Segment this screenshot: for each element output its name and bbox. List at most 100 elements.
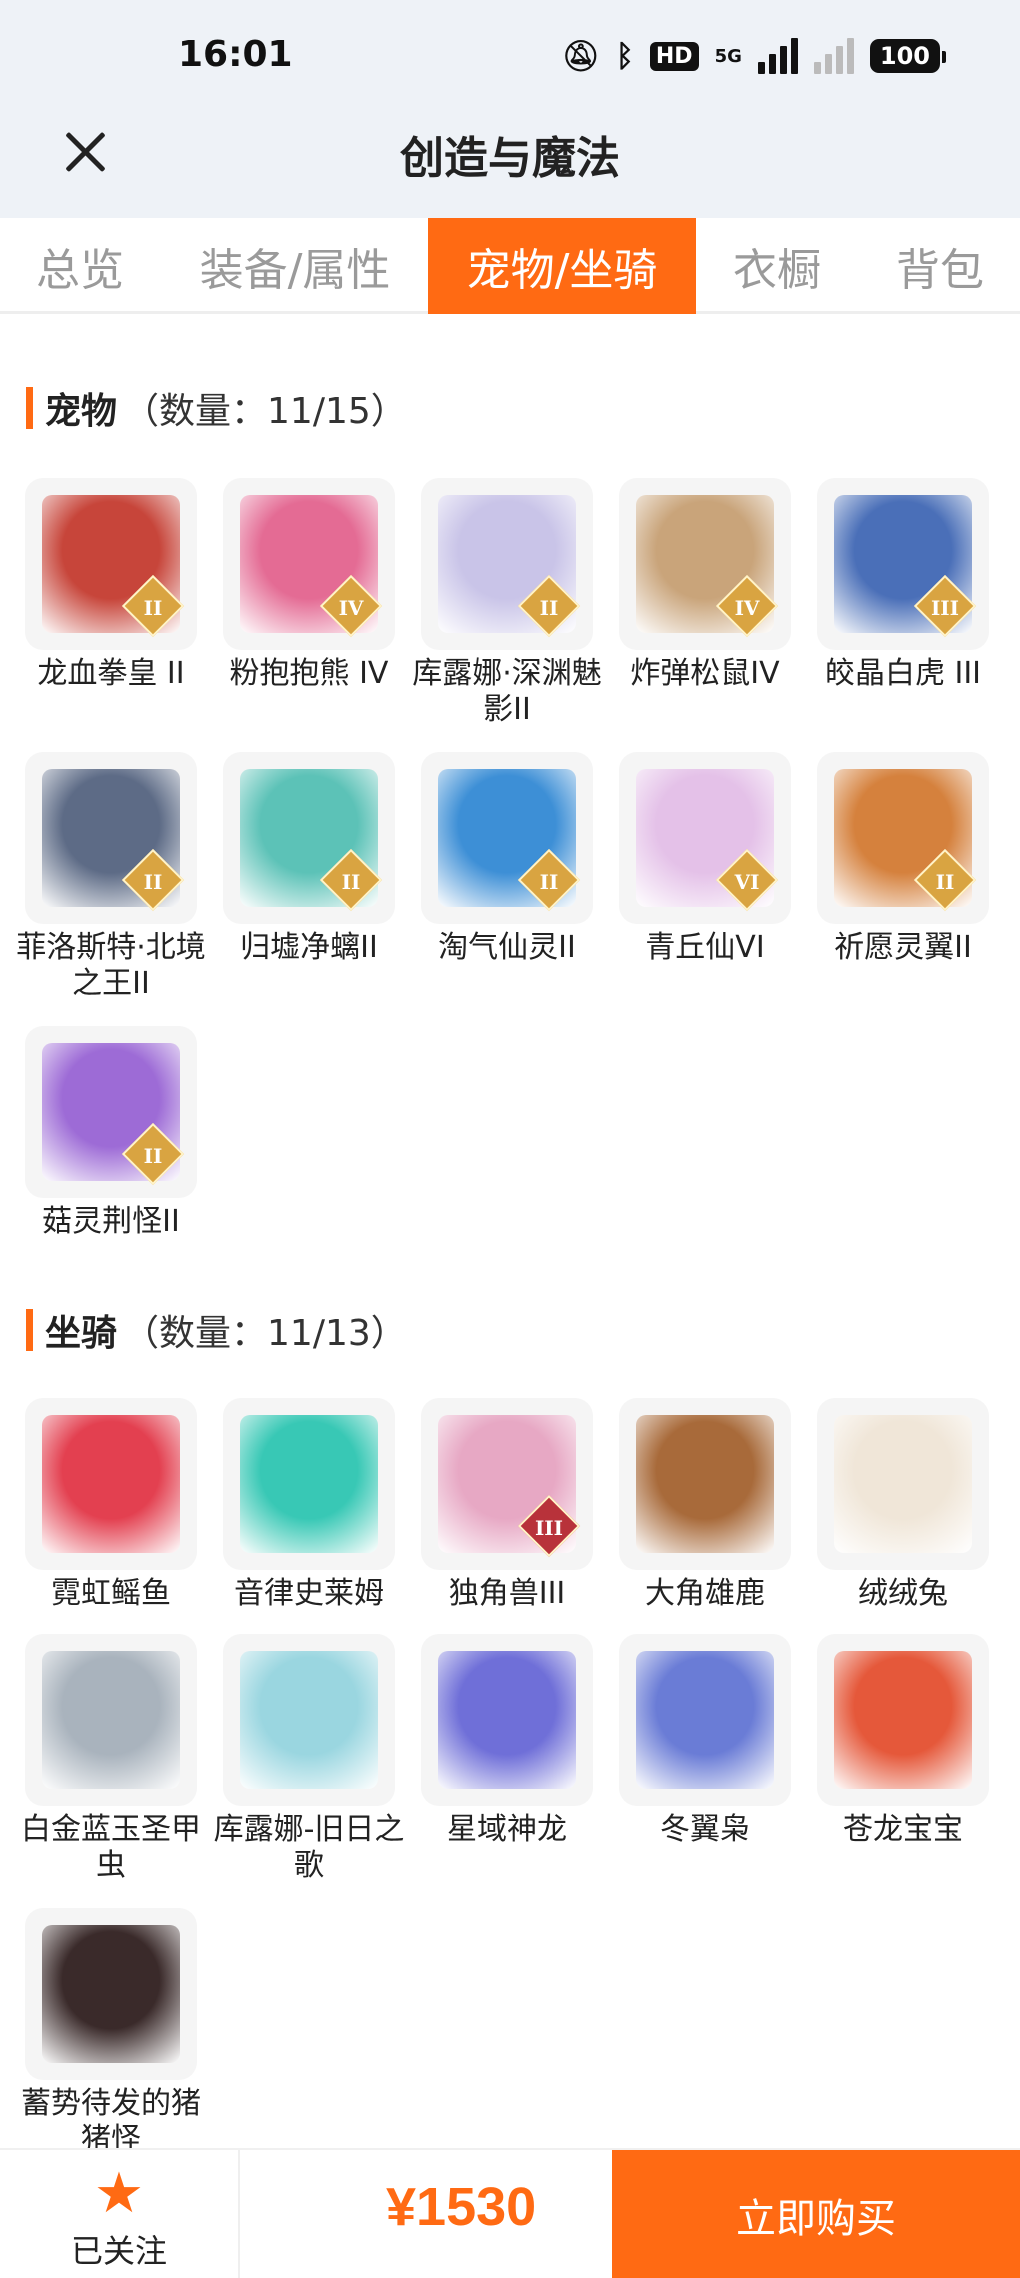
mount-portrait	[240, 1415, 378, 1553]
mute-bell-icon: 🔕︎	[561, 38, 600, 74]
tier-badge-label: IV	[338, 595, 364, 620]
top-bar: 16:01 🔕︎ ᛒ HD 5G 100 创造与魔法	[0, 0, 1020, 218]
pet-item[interactable]: II 菇灵荆怪II	[12, 1026, 210, 1240]
page-title: 创造与魔法	[400, 133, 620, 184]
mount-item[interactable]: 库露娜-旧日之歌	[210, 1634, 408, 1884]
section-accent-bar	[26, 387, 33, 429]
tier-badge-label: II	[935, 869, 955, 894]
tier-badge-label: II	[143, 869, 163, 894]
mount-item[interactable]: 苍龙宝宝	[804, 1634, 1002, 1848]
bluetooth-icon: ᛒ	[615, 38, 634, 74]
mount-thumbnail	[619, 1634, 791, 1806]
mount-portrait	[636, 1651, 774, 1789]
tier-badge-label: II	[539, 869, 559, 894]
mount-thumbnail	[25, 1634, 197, 1806]
tab-wardrobe[interactable]: 衣橱	[712, 218, 842, 314]
mount-portrait	[834, 1651, 972, 1789]
pet-thumbnail: III	[817, 478, 989, 650]
mount-name: 霓虹鳐鱼	[51, 1576, 171, 1611]
mount-thumbnail	[223, 1398, 395, 1570]
mounts-section-title: 坐骑	[45, 1313, 118, 1354]
pet-item[interactable]: II 龙血拳皇 II	[12, 478, 210, 692]
battery-icon: 100	[869, 39, 947, 73]
buy-now-button[interactable]: 立即购买	[612, 2150, 1020, 2278]
tab-backpack[interactable]: 背包	[870, 218, 1010, 314]
mount-item[interactable]: 冬翼枭	[606, 1634, 804, 1848]
pet-item[interactable]: II 淘气仙灵II	[408, 752, 606, 966]
mount-thumbnail	[25, 1398, 197, 1570]
pet-item[interactable]: IV 粉抱抱熊 IV	[210, 478, 408, 692]
pet-item[interactable]: II 菲洛斯特·北境之王II	[12, 752, 210, 1002]
mount-name: 库露娜-旧日之歌	[213, 1812, 405, 1883]
pets-section-title: 宠物	[45, 391, 118, 432]
tier-badge-label: II	[143, 595, 163, 620]
signal-strength-icon	[757, 38, 798, 74]
mount-name: 绒绒兔	[858, 1576, 948, 1611]
pet-item[interactable]: II 祈愿灵翼II	[804, 752, 1002, 966]
status-bar: 16:01 🔕︎ ᛒ HD 5G 100	[0, 0, 1020, 118]
hd-call-icon: HD	[649, 41, 699, 71]
mount-portrait	[438, 1651, 576, 1789]
pet-thumbnail: II	[421, 752, 593, 924]
mount-name: 星域神龙	[447, 1812, 567, 1847]
tab-bar: 总览 装备/属性 宠物/坐骑 衣橱 背包	[0, 218, 1020, 314]
mount-thumbnail	[25, 1908, 197, 2080]
mount-portrait	[636, 1415, 774, 1553]
mount-thumbnail: III	[421, 1398, 593, 1570]
mount-thumbnail	[421, 1634, 593, 1806]
mounts-section-header: 坐骑 （数量：11/13）	[26, 1306, 407, 1354]
follow-button[interactable]: ★ 已关注	[0, 2150, 240, 2278]
pet-thumbnail: VI	[619, 752, 791, 924]
status-icons: 🔕︎ ᛒ HD 5G 100	[561, 34, 947, 78]
mount-item[interactable]: III 独角兽III	[408, 1398, 606, 1612]
pet-item[interactable]: VI 青丘仙VI	[606, 752, 804, 966]
pet-name: 炸弹松鼠IV	[630, 656, 780, 691]
pet-thumbnail: II	[25, 752, 197, 924]
tier-badge-label: III	[930, 595, 960, 620]
status-time: 16:01	[178, 34, 293, 75]
mount-name: 苍龙宝宝	[843, 1812, 963, 1847]
mount-item[interactable]: 绒绒兔	[804, 1398, 1002, 1612]
mounts-count: （数量：11/13）	[123, 1313, 407, 1354]
mount-item[interactable]: 大角雄鹿	[606, 1398, 804, 1612]
pet-thumbnail: II	[25, 1026, 197, 1198]
mount-item[interactable]: 霓虹鳐鱼	[12, 1398, 210, 1612]
pets-section-header: 宠物 （数量：11/15）	[26, 384, 407, 432]
pet-thumbnail: II	[421, 478, 593, 650]
mount-item[interactable]: 蓄势待发的猪猪怪	[12, 1908, 210, 2158]
tier-badge-label: II	[539, 595, 559, 620]
pets-count: （数量：11/15）	[123, 391, 407, 432]
pet-thumbnail: IV	[619, 478, 791, 650]
pet-name: 归墟净螭II	[240, 930, 378, 965]
tab-overview[interactable]: 总览	[0, 218, 160, 314]
mount-portrait	[42, 1415, 180, 1553]
network-type-label: 5G	[714, 45, 742, 67]
tier-badge-label: II	[143, 1143, 163, 1168]
pet-thumbnail: IV	[223, 478, 395, 650]
mount-portrait	[240, 1651, 378, 1789]
pet-item[interactable]: IV 炸弹松鼠IV	[606, 478, 804, 692]
mount-item[interactable]: 白金蓝玉圣甲虫	[12, 1634, 210, 1884]
tab-equipment[interactable]: 装备/属性	[180, 218, 410, 314]
pet-item[interactable]: II 归墟净螭II	[210, 752, 408, 966]
pet-name: 龙血拳皇 II	[37, 656, 185, 691]
tier-badge-label: III	[534, 1515, 564, 1540]
mount-thumbnail	[223, 1634, 395, 1806]
mount-thumbnail	[619, 1398, 791, 1570]
mount-item[interactable]: 星域神龙	[408, 1634, 606, 1848]
price: ¥1530	[386, 2177, 537, 2237]
pet-item[interactable]: II 库露娜·深渊魅影II	[408, 478, 606, 728]
pet-name: 淘气仙灵II	[438, 930, 576, 965]
mount-item[interactable]: 音律史莱姆	[210, 1398, 408, 1612]
pet-name: 皎晶白虎 III	[824, 656, 982, 691]
mount-name: 独角兽III	[448, 1576, 566, 1611]
star-icon: ★	[93, 2161, 145, 2226]
pet-name: 祈愿灵翼II	[834, 930, 972, 965]
tab-pets-mounts[interactable]: 宠物/坐骑	[428, 218, 696, 314]
follow-label: 已关注	[70, 2232, 167, 2270]
tier-badge-label: VI	[734, 869, 760, 894]
mount-name: 音律史莱姆	[234, 1576, 384, 1611]
mount-portrait	[42, 1651, 180, 1789]
bottom-bar: ★ 已关注 ¥1530 立即购买	[0, 2148, 1020, 2278]
pet-item[interactable]: III 皎晶白虎 III	[804, 478, 1002, 692]
